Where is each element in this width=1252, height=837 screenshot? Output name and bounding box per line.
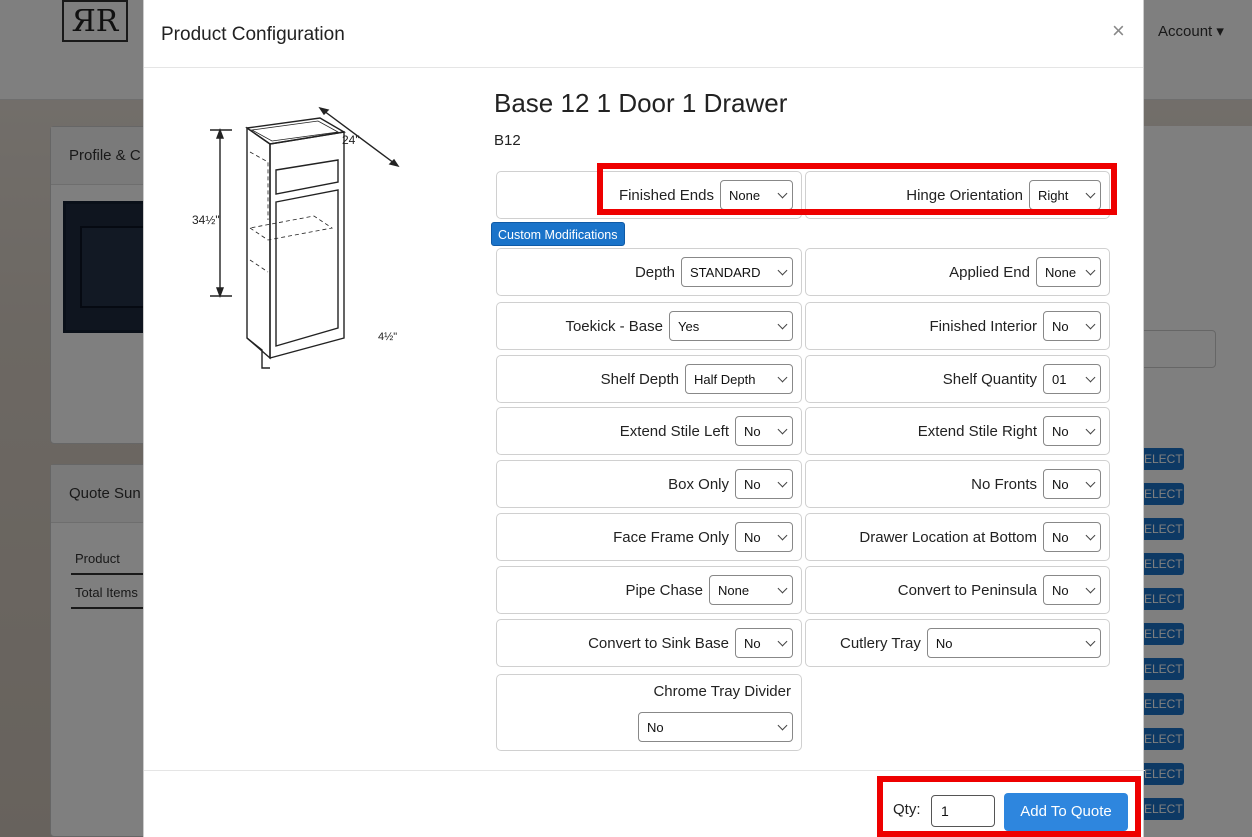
face-frame-only-option: Face Frame Only No — [496, 513, 802, 561]
box-only-option: Box Only No — [496, 460, 802, 508]
toekick-base-label: Toekick - Base — [565, 317, 663, 335]
drawer-location-bottom-option: Drawer Location at Bottom No — [805, 513, 1110, 561]
cutlery-tray-option: Cutlery Tray No — [805, 619, 1110, 667]
chevron-down-icon — [1085, 424, 1096, 434]
chrome-tray-divider-select[interactable]: No — [638, 712, 793, 742]
hinge-orientation-label: Hinge Orientation — [906, 186, 1023, 204]
extend-stile-right-option: Extend Stile Right No — [805, 407, 1110, 455]
chevron-down-icon — [1085, 265, 1096, 275]
shelf-depth-label: Shelf Depth — [600, 370, 679, 388]
product-configuration-modal: Product Configuration × 24" 34½" 4½" Bas… — [143, 0, 1145, 837]
toekick-base-option: Toekick - Base Yes — [496, 302, 802, 350]
convert-sink-base-label: Convert to Sink Base — [588, 634, 729, 652]
convert-sink-base-select[interactable]: No — [735, 628, 793, 658]
extend-stile-right-select[interactable]: No — [1043, 416, 1101, 446]
chevron-down-icon — [1085, 319, 1096, 329]
finished-interior-option: Finished Interior No — [805, 302, 1110, 350]
chevron-down-icon — [777, 583, 788, 593]
qty-label: Qty: — [893, 801, 921, 818]
add-to-quote-button[interactable]: Add To Quote — [1004, 793, 1128, 831]
hinge-orientation-option: Hinge Orientation Right — [805, 171, 1110, 219]
cutlery-tray-select[interactable]: No — [926, 628, 1101, 658]
height-dimension-label: 34½" — [192, 213, 220, 227]
chrome-tray-divider-option: Chrome Tray Divider No — [496, 674, 802, 751]
face-frame-only-select[interactable]: No — [735, 522, 793, 552]
toekick-base-select[interactable]: Yes — [669, 311, 793, 341]
depth-label: Depth — [634, 263, 675, 281]
no-fronts-select[interactable]: No — [1043, 469, 1101, 499]
custom-modifications-button[interactable]: Custom Modifications — [491, 222, 625, 246]
chrome-tray-divider-label: Chrome Tray Divider — [653, 683, 791, 700]
shelf-depth-option: Shelf Depth Half Depth — [496, 355, 802, 403]
pipe-chase-label: Pipe Chase — [625, 581, 703, 599]
shelf-quantity-label: Shelf Quantity — [942, 370, 1037, 388]
chevron-down-icon — [777, 265, 788, 275]
chevron-down-icon — [1085, 372, 1096, 382]
chevron-down-icon — [777, 530, 788, 540]
box-only-label: Box Only — [668, 475, 729, 493]
qty-input[interactable] — [931, 795, 995, 827]
convert-peninsula-label: Convert to Peninsula — [897, 581, 1037, 599]
depth-option: Depth STANDARD — [496, 248, 802, 296]
toekick-dimension-label: 4½" — [378, 331, 397, 343]
no-fronts-option: No Fronts No — [805, 460, 1110, 508]
no-fronts-label: No Fronts — [971, 475, 1037, 493]
chevron-down-icon — [777, 319, 788, 329]
convert-sink-base-option: Convert to Sink Base No — [496, 619, 802, 667]
modal-footer: Qty: Add To Quote — [144, 770, 1145, 837]
product-name: Base 12 1 Door 1 Drawer — [494, 88, 788, 118]
shelf-quantity-select[interactable]: 01 — [1043, 364, 1101, 394]
extend-stile-left-option: Extend Stile Left No — [496, 407, 802, 455]
convert-peninsula-select[interactable]: No — [1043, 575, 1101, 605]
chevron-down-icon — [1085, 583, 1096, 593]
finished-ends-label: Finished Ends — [618, 186, 714, 204]
width-dimension-label: 24" — [342, 133, 360, 147]
shelf-quantity-option: Shelf Quantity 01 — [805, 355, 1110, 403]
applied-end-select[interactable]: None — [1036, 257, 1101, 287]
chevron-down-icon — [777, 188, 788, 198]
close-icon[interactable]: × — [1112, 20, 1125, 42]
drawer-location-bottom-select[interactable]: No — [1043, 522, 1101, 552]
chevron-down-icon — [777, 636, 788, 646]
face-frame-only-label: Face Frame Only — [613, 528, 729, 546]
cabinet-diagram: 24" 34½" 4½" — [192, 106, 400, 369]
finished-ends-option: Finished Ends None — [496, 171, 802, 219]
drawer-location-bottom-label: Drawer Location at Bottom — [859, 528, 1037, 546]
applied-end-label: Applied End — [949, 263, 1030, 281]
pipe-chase-option: Pipe Chase None — [496, 566, 802, 614]
pipe-chase-select[interactable]: None — [709, 575, 793, 605]
cutlery-tray-label: Cutlery Tray — [840, 634, 921, 652]
modal-title: Product Configuration — [161, 24, 345, 45]
product-code: B12 — [494, 132, 521, 149]
hinge-orientation-select[interactable]: Right — [1029, 180, 1101, 210]
chevron-down-icon — [1085, 636, 1096, 646]
extend-stile-right-label: Extend Stile Right — [917, 422, 1037, 440]
finished-interior-label: Finished Interior — [929, 317, 1037, 335]
extend-stile-left-label: Extend Stile Left — [619, 422, 729, 440]
chevron-down-icon — [777, 477, 788, 487]
extend-stile-left-select[interactable]: No — [735, 416, 793, 446]
applied-end-option: Applied End None — [805, 248, 1110, 296]
finished-interior-select[interactable]: No — [1043, 311, 1101, 341]
chevron-down-icon — [777, 424, 788, 434]
chevron-down-icon — [777, 372, 788, 382]
depth-select[interactable]: STANDARD — [681, 257, 793, 287]
finished-ends-select[interactable]: None — [720, 180, 793, 210]
box-only-select[interactable]: No — [735, 469, 793, 499]
modal-header: Product Configuration × — [144, 0, 1143, 68]
shelf-depth-select[interactable]: Half Depth — [685, 364, 793, 394]
chevron-down-icon — [1085, 530, 1096, 540]
chevron-down-icon — [777, 720, 788, 730]
chevron-down-icon — [1085, 188, 1096, 198]
chevron-down-icon — [1085, 477, 1096, 487]
convert-peninsula-option: Convert to Peninsula No — [805, 566, 1110, 614]
